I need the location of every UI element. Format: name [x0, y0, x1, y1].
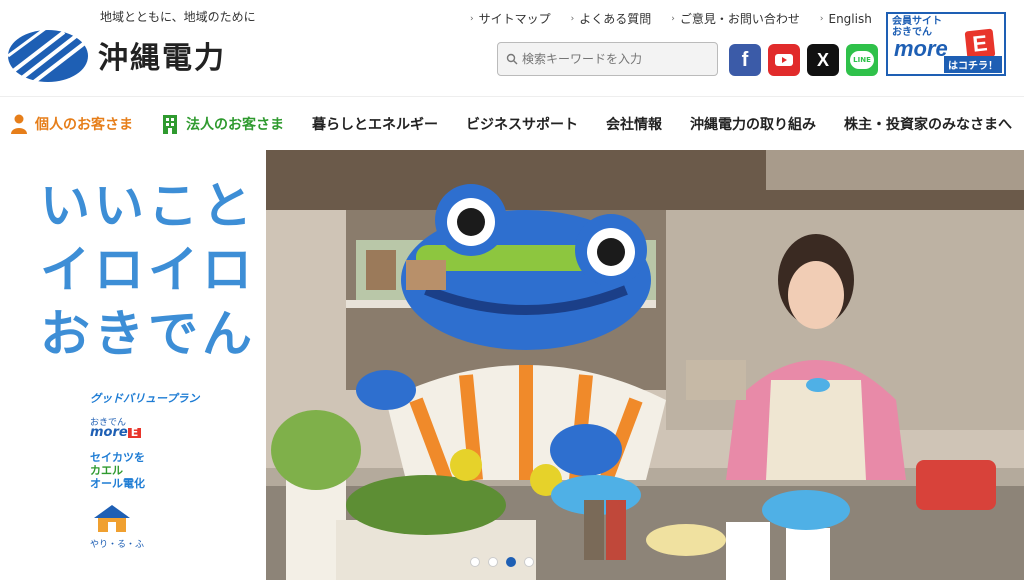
- faq-link[interactable]: › よくある質問: [571, 10, 652, 27]
- nav-initiatives[interactable]: 沖縄電力の取り組み: [690, 114, 816, 134]
- yarirufu-badge[interactable]: やり・る・ふ: [90, 502, 210, 550]
- line-bubble: LINE: [850, 51, 874, 69]
- goodvalue-plan-badge[interactable]: グッドバリュープラン: [90, 390, 210, 406]
- site-header: 地域とともに、地域のために 沖縄電力 › サイトマップ › よくある質問 › ご意見・…: [0, 0, 1024, 96]
- hero-kitchen-photo[interactable]: [266, 150, 1024, 580]
- search-box: [497, 42, 718, 76]
- company-name: 沖縄電力: [98, 41, 226, 76]
- contact-link[interactable]: › ご意見・お問い合わせ: [671, 10, 800, 27]
- chevron-right-icon: ›: [570, 13, 575, 24]
- company-logo[interactable]: 沖縄電力: [6, 26, 226, 84]
- carousel-dot-4[interactable]: [524, 557, 534, 567]
- chevron-right-icon: ›: [671, 13, 675, 24]
- house-solar-icon: [94, 505, 130, 532]
- nav-living-energy[interactable]: 暮らしとエネルギー: [312, 114, 438, 134]
- banner-e-mark: E: [964, 28, 996, 60]
- hero-catchphrase: いいこと イロイロ おきでん: [40, 177, 256, 363]
- kitchen-scene-image: [266, 150, 1024, 580]
- all-electric-badge[interactable]: セイカツを カエル オール電化: [90, 451, 210, 490]
- youtube-icon[interactable]: [768, 44, 800, 76]
- chevron-right-icon: ›: [470, 13, 474, 24]
- search-icon: [506, 53, 518, 65]
- global-nav: 個人のお客さま 法人のお客さま 暮らしとエネルギー ビジネスサポート 会社情報 …: [0, 96, 1024, 150]
- banner-bottom-text: はコチラ！: [944, 56, 1002, 73]
- social-links: f X LINE: [729, 44, 885, 76]
- carousel-dots: [470, 557, 542, 567]
- nav-investors[interactable]: 株主・投資家のみなさまへ: [844, 114, 1012, 134]
- line-icon[interactable]: LINE: [846, 44, 878, 76]
- banner-more-logo: more: [894, 36, 948, 61]
- nav-business-support[interactable]: ビジネスサポート: [466, 114, 578, 134]
- x-icon[interactable]: X: [807, 44, 839, 76]
- tagline: 地域とともに、地域のために: [100, 10, 256, 24]
- nav-personal[interactable]: 個人のお客さま: [10, 114, 133, 134]
- service-badges: グッドバリュープラン おきでん more E セイカツを カエル オール電化 やり…: [90, 390, 210, 562]
- utility-links: › サイトマップ › よくある質問 › ご意見・お問い合わせ › English: [470, 10, 892, 27]
- nav-corporate[interactable]: 法人のお客さま: [161, 114, 284, 134]
- person-icon: [11, 114, 27, 134]
- hero-carousel: いいこと イロイロ おきでん グッドバリュープラン おきでん more E セイカ…: [0, 150, 1024, 580]
- carousel-dot-1[interactable]: [470, 557, 480, 567]
- carousel-dot-2[interactable]: [488, 557, 498, 567]
- moree-badge[interactable]: おきでん more E: [90, 418, 210, 439]
- sitemap-link[interactable]: › サイトマップ: [470, 10, 551, 27]
- play-icon: [775, 54, 793, 66]
- banner-top-text: 会員サイト: [892, 16, 942, 27]
- member-site-banner[interactable]: 会員サイト おきでん more E はコチラ！: [886, 12, 1006, 76]
- hero-text-panel: いいこと イロイロ おきでん グッドバリュープラン おきでん more E セイカ…: [10, 150, 266, 580]
- carousel-dot-3[interactable]: [506, 557, 516, 567]
- facebook-icon[interactable]: f: [729, 44, 761, 76]
- chevron-right-icon: ›: [819, 13, 824, 24]
- nav-company-info[interactable]: 会社情報: [606, 114, 662, 134]
- search-input[interactable]: [522, 52, 712, 66]
- okiden-logo-icon: [7, 26, 88, 84]
- english-link[interactable]: › English: [820, 10, 872, 27]
- building-icon: [163, 114, 177, 134]
